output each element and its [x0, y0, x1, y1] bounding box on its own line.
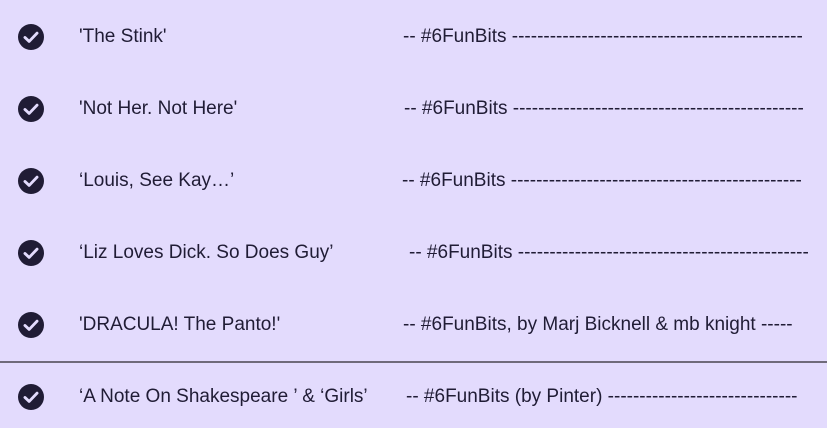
- list-item[interactable]: ‘Louis, See Kay…’ -- #6FunBits ---------…: [0, 144, 827, 216]
- item-title: 'DRACULA! The Panto!': [79, 314, 281, 335]
- item-title: ‘A Note On Shakespeare ’ & ‘Girls’: [79, 386, 368, 407]
- item-note: -- #6FunBits ---------------------------…: [402, 170, 802, 191]
- list-item[interactable]: ‘Liz Loves Dick. So Does Guy’ -- #6FunBi…: [0, 216, 827, 288]
- check-circle-icon[interactable]: [18, 96, 44, 122]
- check-circle-icon[interactable]: [18, 240, 44, 266]
- item-note: -- #6FunBits ---------------------------…: [409, 242, 809, 263]
- list-item[interactable]: ‘A Note On Shakespeare ’ & ‘Girls’ -- #6…: [0, 360, 827, 428]
- list-item[interactable]: 'The Stink' -- #6FunBits ---------------…: [0, 0, 827, 72]
- list-item[interactable]: 'Not Her. Not Here' -- #6FunBits -------…: [0, 72, 827, 144]
- list-item[interactable]: 'DRACULA! The Panto!' -- #6FunBits, by M…: [0, 288, 827, 360]
- item-note: -- #6FunBits ---------------------------…: [403, 26, 803, 47]
- item-title: ‘Louis, See Kay…’: [79, 170, 235, 191]
- item-title: 'The Stink': [79, 26, 167, 47]
- completed-items-list: 'The Stink' -- #6FunBits ---------------…: [0, 0, 827, 428]
- item-note: -- #6FunBits ---------------------------…: [404, 98, 804, 119]
- check-circle-icon[interactable]: [18, 312, 44, 338]
- check-circle-icon[interactable]: [18, 24, 44, 50]
- item-title: ‘Liz Loves Dick. So Does Guy’: [79, 242, 334, 263]
- item-note: -- #6FunBits, by Marj Bicknell & mb knig…: [403, 314, 793, 335]
- item-title: 'Not Her. Not Here': [79, 98, 238, 119]
- check-circle-icon[interactable]: [18, 168, 44, 194]
- check-circle-icon[interactable]: [18, 384, 44, 410]
- item-note: -- #6FunBits (by Pinter) ---------------…: [406, 386, 798, 407]
